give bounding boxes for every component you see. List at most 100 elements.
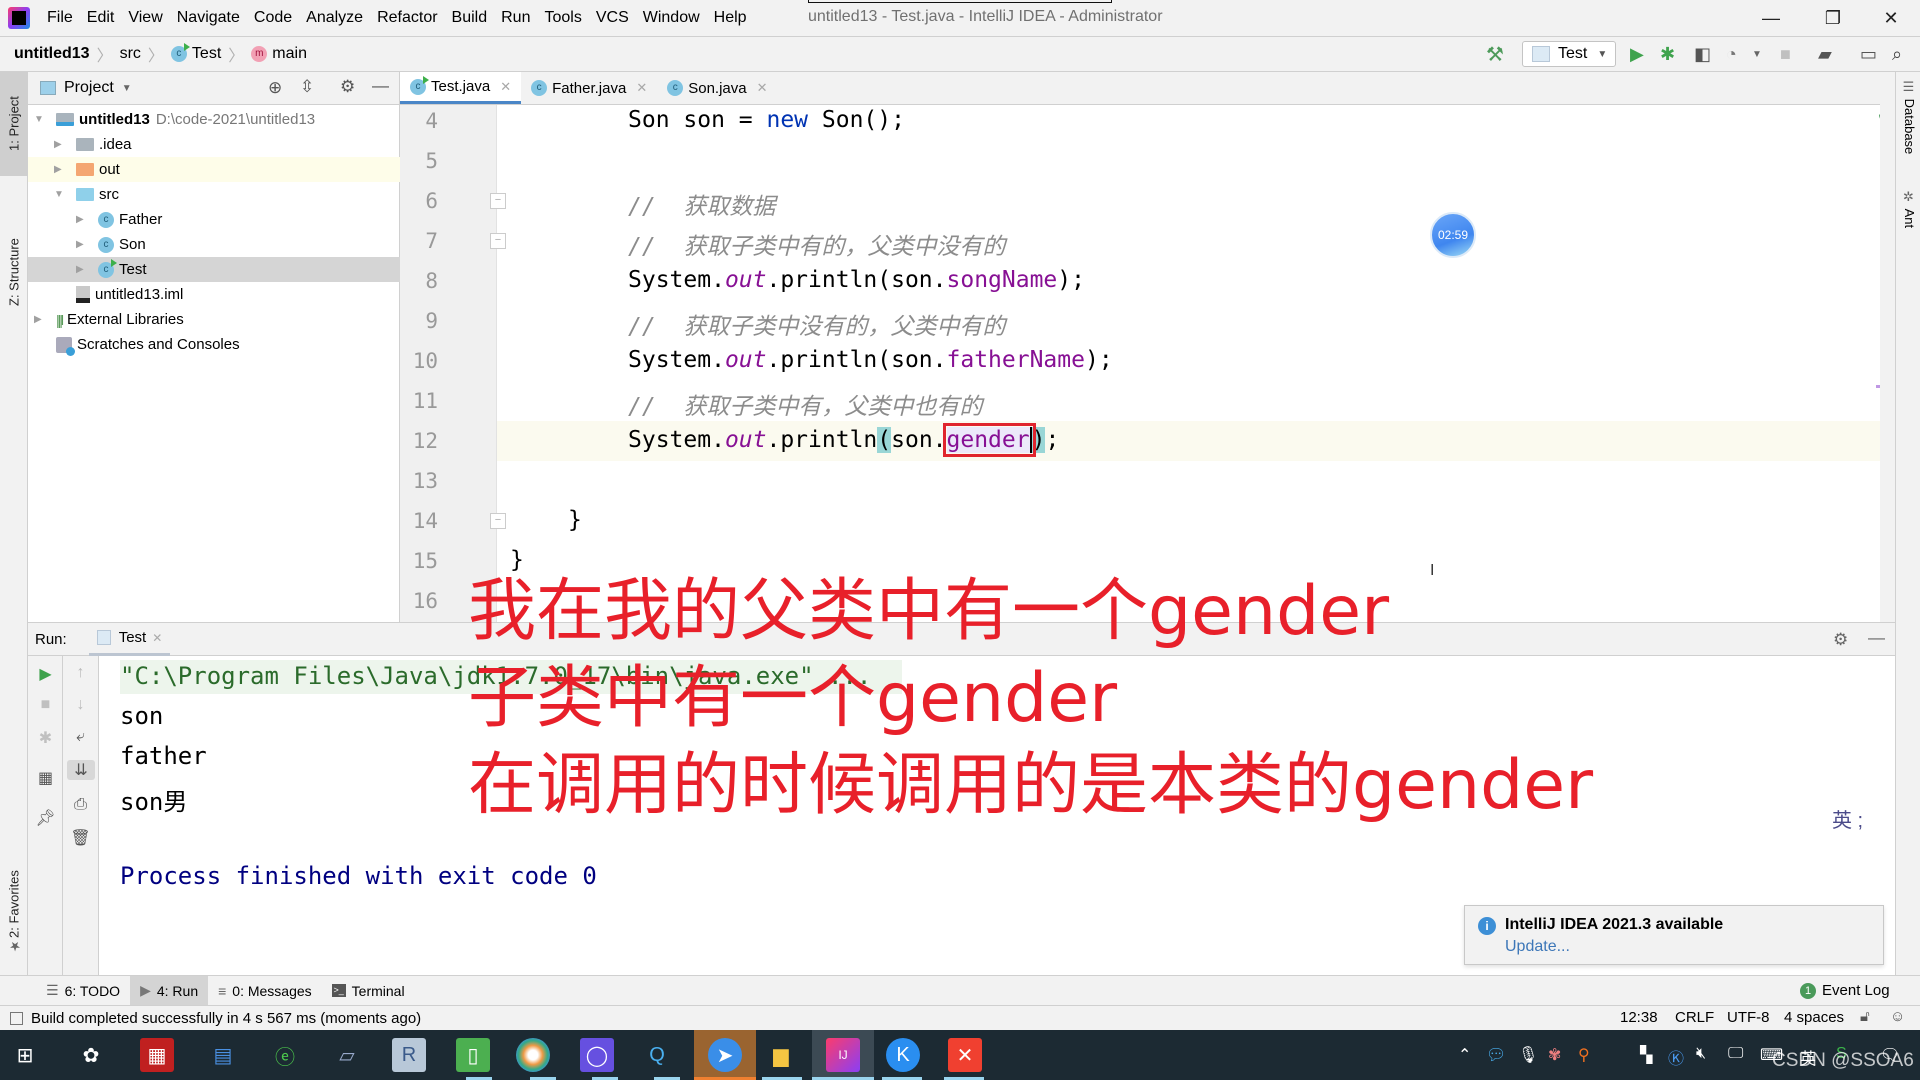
tree-item-external-libraries[interactable]: ▶ |||l External Libraries bbox=[28, 307, 400, 332]
indent-setting[interactable]: 4 spaces bbox=[1784, 1009, 1844, 1026]
app-intellij-icon[interactable]: IJ bbox=[826, 1038, 860, 1072]
menu-view[interactable]: View bbox=[121, 9, 169, 27]
menu-code[interactable]: Code bbox=[247, 9, 299, 27]
app-green-book-icon[interactable]: ▯ bbox=[456, 1038, 490, 1072]
breadcrumb-method[interactable]: main bbox=[272, 45, 307, 63]
hide-panel-icon[interactable]: — bbox=[372, 76, 389, 96]
fold-marker-icon[interactable]: − bbox=[490, 193, 506, 209]
close-tab-icon[interactable]: ✕ bbox=[757, 80, 768, 96]
close-tab-icon[interactable]: ✕ bbox=[636, 80, 647, 96]
tree-item-test[interactable]: ▶ c Test bbox=[28, 257, 400, 282]
app-explorer-icon[interactable]: ▆ bbox=[764, 1038, 798, 1072]
project-view-select[interactable]: Project bbox=[64, 79, 114, 97]
chevron-down-icon[interactable]: ▼ bbox=[122, 83, 132, 94]
run-configuration-select[interactable]: Test ▼ bbox=[1522, 41, 1616, 67]
inspection-ok-icon[interactable]: ✔ bbox=[1877, 105, 1880, 126]
update-link[interactable]: Update... bbox=[1505, 938, 1570, 956]
tree-item-untitled13[interactable]: ▼ untitled13 D:\code-2021\untitled13 bbox=[28, 107, 400, 132]
tray-search-icon[interactable]: ⚲ bbox=[1578, 1045, 1590, 1065]
restore-layout-icon[interactable]: ▦ bbox=[28, 768, 63, 788]
menu-edit[interactable]: Edit bbox=[80, 9, 122, 27]
gear-icon[interactable]: ⚙ bbox=[340, 77, 355, 97]
microphone-icon[interactable]: 🎙︎ bbox=[1518, 1045, 1538, 1065]
app-purple-icon[interactable]: ◯ bbox=[580, 1038, 614, 1072]
fold-marker-icon[interactable]: − bbox=[490, 233, 506, 249]
down-arrow-icon[interactable]: ↓ bbox=[63, 696, 98, 714]
inspector-icon[interactable]: ☺ bbox=[1890, 1008, 1905, 1025]
tree-item-iml[interactable]: untitled13.iml bbox=[28, 282, 400, 307]
tree-item-src[interactable]: ▼ src bbox=[28, 182, 400, 207]
app-ie-icon[interactable]: ⓔ bbox=[268, 1038, 302, 1072]
rerun-icon[interactable]: ▶ bbox=[28, 664, 63, 684]
tab-ant-tool[interactable]: ✲ Ant bbox=[1899, 190, 1917, 228]
tab-test-java[interactable]: c Test.java ✕ bbox=[400, 72, 522, 104]
app-feishu-icon[interactable]: ➤ bbox=[708, 1038, 742, 1072]
build-hammer-icon[interactable]: ⚒ bbox=[1486, 44, 1504, 66]
profile-icon[interactable]: ◔ bbox=[1726, 44, 1737, 64]
menu-build[interactable]: Build bbox=[445, 9, 495, 27]
breadcrumb-src[interactable]: src bbox=[120, 45, 141, 63]
app-chrome-icon[interactable] bbox=[516, 1038, 550, 1072]
update-notification[interactable]: i IntelliJ IDEA 2021.3 available Update.… bbox=[1464, 905, 1884, 965]
app-notepad-icon[interactable]: ▱ bbox=[330, 1038, 364, 1072]
caret-position[interactable]: 12:38 bbox=[1620, 1009, 1658, 1026]
close-tab-icon[interactable]: ✕ bbox=[152, 631, 162, 645]
tab-terminal[interactable]: >_ Terminal bbox=[322, 976, 415, 1005]
tab-project-tool[interactable]: 1: Project bbox=[0, 72, 28, 176]
menu-help[interactable]: Help bbox=[707, 9, 754, 27]
volume-muted-icon[interactable]: 🔇︎ bbox=[1696, 1045, 1706, 1063]
tree-item-son[interactable]: ▶ c Son bbox=[28, 232, 400, 257]
event-log-button[interactable]: 1 Event Log bbox=[1800, 982, 1890, 999]
hide-panel-icon[interactable]: — bbox=[1868, 628, 1885, 648]
restore-button[interactable]: ❐ bbox=[1810, 0, 1856, 36]
menu-vcs[interactable]: VCS bbox=[589, 9, 636, 27]
run-icon[interactable]: ▶ bbox=[1630, 44, 1644, 64]
locate-file-icon[interactable]: ⊕ bbox=[268, 78, 282, 98]
trash-icon[interactable]: 🗑︎ bbox=[63, 828, 98, 848]
breadcrumb-class[interactable]: Test bbox=[192, 45, 221, 63]
menu-analyze[interactable]: Analyze bbox=[299, 9, 370, 27]
fold-marker-icon[interactable]: − bbox=[490, 513, 506, 529]
tray-chat-icon[interactable]: 💬︎ bbox=[1486, 1045, 1506, 1065]
gear-icon[interactable]: ⚙ bbox=[1833, 630, 1848, 650]
menu-run[interactable]: Run bbox=[494, 9, 537, 27]
debug-icon[interactable]: ✱ bbox=[1660, 44, 1675, 64]
tree-item-scratches[interactable]: Scratches and Consoles bbox=[28, 332, 400, 357]
menu-window[interactable]: Window bbox=[636, 9, 707, 27]
app-kugou-icon[interactable]: K bbox=[886, 1038, 920, 1072]
presentation-icon[interactable]: ▭ bbox=[1860, 44, 1877, 64]
code-editor[interactable]: 4 5 6 7 8 9 10 11 12 13 14 15 16 − − − S… bbox=[400, 105, 1880, 622]
ime-indicator[interactable]: 英 ; bbox=[1832, 804, 1863, 833]
breadcrumb-project[interactable]: untitled13 bbox=[14, 45, 90, 63]
error-stripe-mark[interactable] bbox=[1876, 385, 1880, 388]
line-separator[interactable]: CRLF bbox=[1675, 1009, 1714, 1026]
profile-dropdown-icon[interactable]: ▼ bbox=[1752, 44, 1762, 64]
soft-wrap-icon[interactable]: ⤶ bbox=[63, 728, 98, 746]
status-message[interactable]: Build completed successfully in 4 s 567 … bbox=[31, 1010, 421, 1027]
up-arrow-icon[interactable]: ↑ bbox=[63, 664, 98, 682]
stop-icon[interactable]: ■ bbox=[28, 696, 63, 714]
collapse-all-icon[interactable]: ⇳ bbox=[300, 77, 314, 97]
tree-item-father[interactable]: ▶ c Father bbox=[28, 207, 400, 232]
menu-refactor[interactable]: Refactor bbox=[370, 9, 444, 27]
start-icon[interactable]: ⊞ bbox=[8, 1038, 42, 1072]
unlock-icon[interactable]: 🔓︎ bbox=[1860, 1008, 1870, 1025]
show-hidden-icons[interactable]: ⌃ bbox=[1458, 1045, 1471, 1065]
print-icon[interactable]: ⎙ bbox=[63, 796, 98, 814]
app-butterfly-icon[interactable]: ✿ bbox=[74, 1038, 108, 1072]
tab-run[interactable]: ▶ 4: Run bbox=[130, 976, 209, 1005]
run-tab-test[interactable]: Test ✕ bbox=[88, 623, 171, 656]
app-red-grid-icon[interactable]: ▦ bbox=[140, 1038, 174, 1072]
debug-rerun-icon[interactable]: ✱ bbox=[28, 728, 63, 748]
close-tab-icon[interactable]: ✕ bbox=[500, 79, 511, 95]
project-structure-icon[interactable]: ▰ bbox=[1818, 44, 1832, 64]
timer-badge[interactable]: 02:59 bbox=[1430, 212, 1476, 258]
tab-messages[interactable]: ≡ 0: Messages bbox=[208, 976, 322, 1005]
tab-father-java[interactable]: c Father.java ✕ bbox=[521, 72, 657, 104]
menu-navigate[interactable]: Navigate bbox=[170, 9, 247, 27]
app-xmind-icon[interactable]: ✕ bbox=[948, 1038, 982, 1072]
pin-icon[interactable]: 📌︎ bbox=[28, 808, 63, 828]
tray-kugou-icon[interactable]: Ⓚ bbox=[1668, 1045, 1684, 1069]
tray-bookmark-icon[interactable]: ▚ bbox=[1640, 1045, 1652, 1065]
tab-son-java[interactable]: c Son.java ✕ bbox=[657, 72, 777, 104]
